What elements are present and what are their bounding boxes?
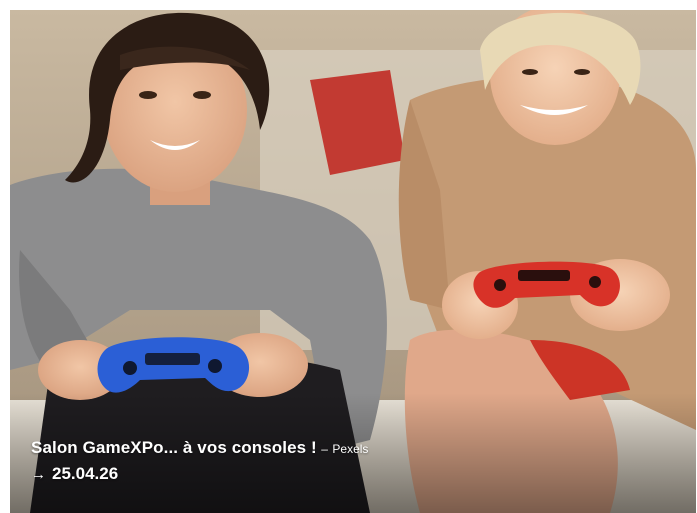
event-title[interactable]: Salon GameXPo... à vos consoles !: [31, 438, 317, 457]
event-date-line: → 25.04.26: [31, 464, 368, 484]
caption-title-line: Salon GameXPo... à vos consoles ! – Pexe…: [31, 438, 368, 458]
event-caption: Salon GameXPo... à vos consoles ! – Pexe…: [31, 438, 368, 484]
credit-separator: –: [321, 442, 328, 456]
photo-credit: Pexels: [332, 442, 369, 456]
event-date: 25.04.26: [52, 464, 119, 483]
arrow-right-icon: →: [31, 465, 46, 483]
event-photo-card[interactable]: Salon GameXPo... à vos consoles ! – Pexe…: [10, 10, 696, 513]
